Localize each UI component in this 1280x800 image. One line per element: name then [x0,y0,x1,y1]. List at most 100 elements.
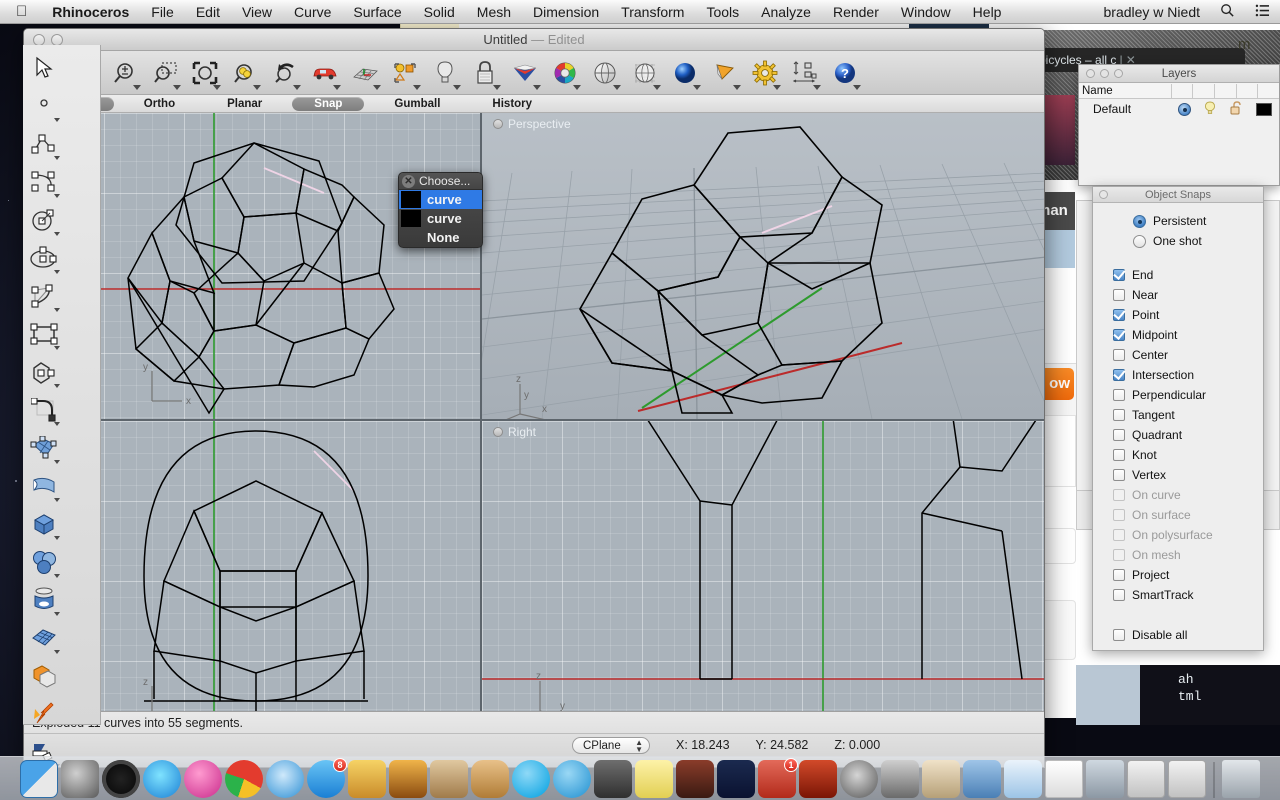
menu-item-view[interactable]: View [231,4,283,20]
ellipse-icon[interactable] [25,239,62,277]
snap-perpendicular[interactable]: Perpendicular [1093,385,1263,405]
unlock-icon[interactable] [1223,100,1249,118]
indesign-icon[interactable] [430,760,468,798]
menubar-user-name[interactable]: bradley w Niedt [1094,4,1211,20]
trash-icon[interactable] [1222,760,1260,798]
named-views-car-icon[interactable] [306,53,344,93]
rhino3d-icon[interactable] [1004,760,1042,798]
snap-knot[interactable]: Knot [1093,445,1263,465]
surface-from-points-icon[interactable] [25,429,62,467]
notification-center-icon[interactable] [1245,4,1280,20]
ghosted-sphere-icon[interactable] [626,53,664,93]
surface-sweep-icon[interactable] [25,467,62,505]
menu-item-transform[interactable]: Transform [610,4,695,20]
snap-intersection[interactable]: Intersection [1093,365,1263,385]
snap-project[interactable]: Project [1093,565,1263,585]
menu-item-solid[interactable]: Solid [413,4,466,20]
menu-item-render[interactable]: Render [822,4,890,20]
light-bulb-icon[interactable] [426,53,464,93]
chrome-icon[interactable] [225,760,263,798]
lightbulb-icon[interactable] [1197,101,1223,118]
camera-cone-icon[interactable] [706,53,744,93]
zoom-selected-icon[interactable] [226,53,264,93]
zoom-in-out-icon[interactable] [106,53,144,93]
toggle-planar[interactable]: Planar [205,97,284,111]
document-icon[interactable] [1045,760,1083,798]
sphere-boolean-icon[interactable] [25,543,62,581]
cplane-dropdown[interactable]: CPlane ▲ ▼ [572,736,650,754]
window-titlebar[interactable]: Untitled — Edited [24,29,1044,51]
bread-icon[interactable] [471,760,509,798]
rectangle-icon[interactable] [25,315,62,353]
sketch-icon[interactable] [348,760,386,798]
choose-item-none[interactable]: None [399,228,482,247]
firefox-icon[interactable] [143,760,181,798]
toggle-gumball[interactable]: Gumball [372,97,462,111]
render-color-icon[interactable] [506,53,544,93]
choose-popup[interactable]: ✕ Choose... curve curve None [398,172,483,248]
snap-disable-all[interactable]: Disable all [1093,625,1263,645]
folder-icon[interactable] [1086,760,1124,798]
curve-interpolate-icon[interactable] [25,163,62,201]
circle-icon[interactable] [25,201,62,239]
shaded-sphere-icon[interactable] [586,53,624,93]
select-arrow-icon[interactable] [25,49,62,87]
skype-icon[interactable] [512,760,550,798]
cylinder-icon[interactable] [25,581,62,619]
viewport-right[interactable]: Right z y [482,421,1044,732]
layers-zoom-button[interactable] [1114,69,1123,78]
mail-icon[interactable]: 1 [758,758,798,798]
coffee-icon[interactable] [799,760,837,798]
app-icon[interactable] [881,760,919,798]
messages-icon[interactable] [553,760,591,798]
menu-item-help[interactable]: Help [962,4,1013,20]
itunes-icon[interactable] [184,760,222,798]
menu-item-mesh[interactable]: Mesh [466,4,522,20]
arc-icon[interactable] [25,277,62,315]
time-machine-icon[interactable] [840,760,878,798]
photos-icon[interactable] [102,760,140,798]
menu-item-app[interactable]: Rhinoceros [41,4,140,20]
appstore-icon[interactable]: 8 [307,758,347,798]
render-settings-gear-icon[interactable] [746,53,784,93]
dimension-icon[interactable] [786,53,824,93]
named-cplanes-icon[interactable] [386,53,424,93]
menu-item-tools[interactable]: Tools [695,4,750,20]
rhinoceros-icon[interactable] [717,760,755,798]
close-icon[interactable]: ✕ [402,174,415,188]
snap-point[interactable]: Point [1093,305,1263,325]
notes-icon[interactable] [635,760,673,798]
window-icon[interactable] [1127,760,1165,798]
set-cplane-icon[interactable] [346,53,384,93]
window2-icon[interactable] [1168,760,1206,798]
choose-item-curve-2[interactable]: curve [399,209,482,228]
polyline-icon[interactable] [25,125,62,163]
snap-tangent[interactable]: Tangent [1093,405,1263,425]
rendered-sphere-icon[interactable] [666,53,704,93]
zoom-window-icon[interactable] [146,53,184,93]
layer-current-radio[interactable] [1171,102,1197,116]
preview-icon[interactable] [922,760,960,798]
snap-end[interactable]: End [1093,265,1263,285]
viewport-divider-horizontal[interactable] [24,419,1044,421]
fillet-curve-icon[interactable] [25,391,62,429]
search-icon[interactable] [1210,3,1245,21]
snap-vertex[interactable]: Vertex [1093,465,1263,485]
toggle-snap[interactable]: Snap [292,96,365,111]
layers-close-button[interactable] [1086,69,1095,78]
zoom-extents-icon[interactable] [186,53,224,93]
viewport-label-perspective[interactable]: Perspective [486,116,578,133]
layer-color-swatch[interactable] [1249,102,1279,116]
snap-center[interactable]: Center [1093,345,1263,365]
point-object-icon[interactable] [25,87,62,125]
photoshop-icon[interactable] [676,760,714,798]
menu-item-edit[interactable]: Edit [185,4,231,20]
mesh-plane-icon[interactable] [25,619,62,657]
toggle-history[interactable]: History [470,97,554,111]
toggle-ortho[interactable]: Ortho [122,97,197,111]
menu-item-window[interactable]: Window [890,4,962,20]
settings-gear-icon[interactable] [594,760,632,798]
image-icon[interactable] [963,760,1001,798]
menu-item-file[interactable]: File [140,4,185,20]
snap-smarttrack[interactable]: SmartTrack [1093,585,1263,605]
